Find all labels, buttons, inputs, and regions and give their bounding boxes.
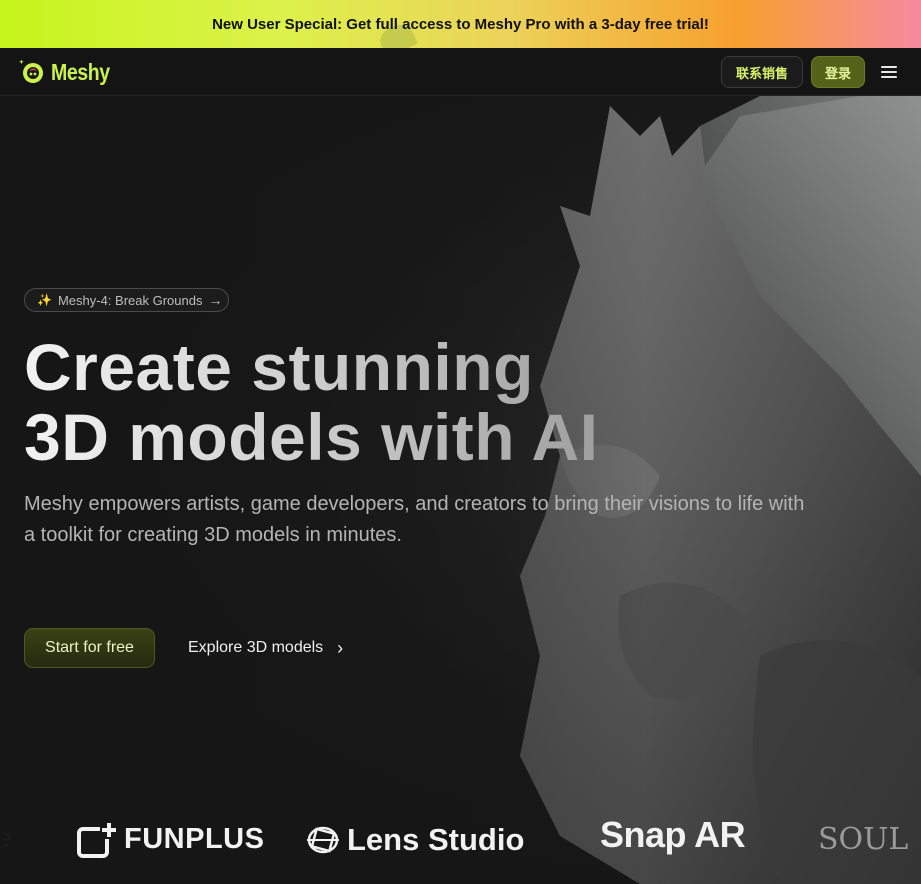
lens-studio-text: Lens Studio <box>347 822 525 857</box>
hero-subtitle: Meshy empowers artists, game developers,… <box>24 493 805 546</box>
funplus-mark-icon <box>77 821 118 858</box>
announcement-pill[interactable]: ✨ Meshy-4: Break Grounds → <box>24 288 229 312</box>
snap-ar-logo: Snap AR <box>600 814 746 855</box>
strip-fade <box>0 808 60 884</box>
brand-logo[interactable]: Meshy <box>18 58 120 86</box>
sparkle-icon: ✨ <box>37 293 52 307</box>
arrow-right-icon: → <box>208 292 223 308</box>
hero-section: ✨ Meshy-4: Break Grounds → Create stunni… <box>0 96 921 884</box>
meshy-logo-icon <box>19 59 43 83</box>
contact-sales-button[interactable]: 联系销售 <box>721 56 803 88</box>
headline-line-2: 3D models with AI <box>24 400 599 474</box>
brand-name: Meshy <box>51 58 110 85</box>
login-button[interactable]: 登录 <box>811 56 865 88</box>
lens-studio-logo: Lens Studio <box>305 822 524 858</box>
top-nav: Meshy 联系销售 登录 <box>0 48 921 96</box>
promo-text[interactable]: New User Special: Get full access to Mes… <box>212 16 709 33</box>
chevron-right-icon: › <box>337 637 344 658</box>
promo-banner[interactable]: New User Special: Get full access to Mes… <box>0 0 921 48</box>
funplus-logo: FUNPLUS <box>76 820 264 858</box>
headline-line-1: Create stunning <box>24 330 534 404</box>
start-for-free-button[interactable]: Start for free <box>24 628 155 668</box>
hamburger-icon[interactable] <box>879 63 899 81</box>
partner-logos-strip: e FUNPLUS Lens Studio Snap AR SOUL <box>0 808 921 884</box>
hero-headline: Create stunning 3D models with AI <box>24 332 724 472</box>
lens-studio-icon <box>307 826 339 854</box>
explore-3d-models-link[interactable]: Explore 3D models › <box>188 628 343 668</box>
announcement-label: Meshy-4: Break Grounds <box>57 292 203 308</box>
explore-label: Explore 3D models <box>188 639 324 656</box>
soul-logo: SOUL <box>818 822 909 857</box>
funplus-text: FUNPLUS <box>124 822 265 855</box>
